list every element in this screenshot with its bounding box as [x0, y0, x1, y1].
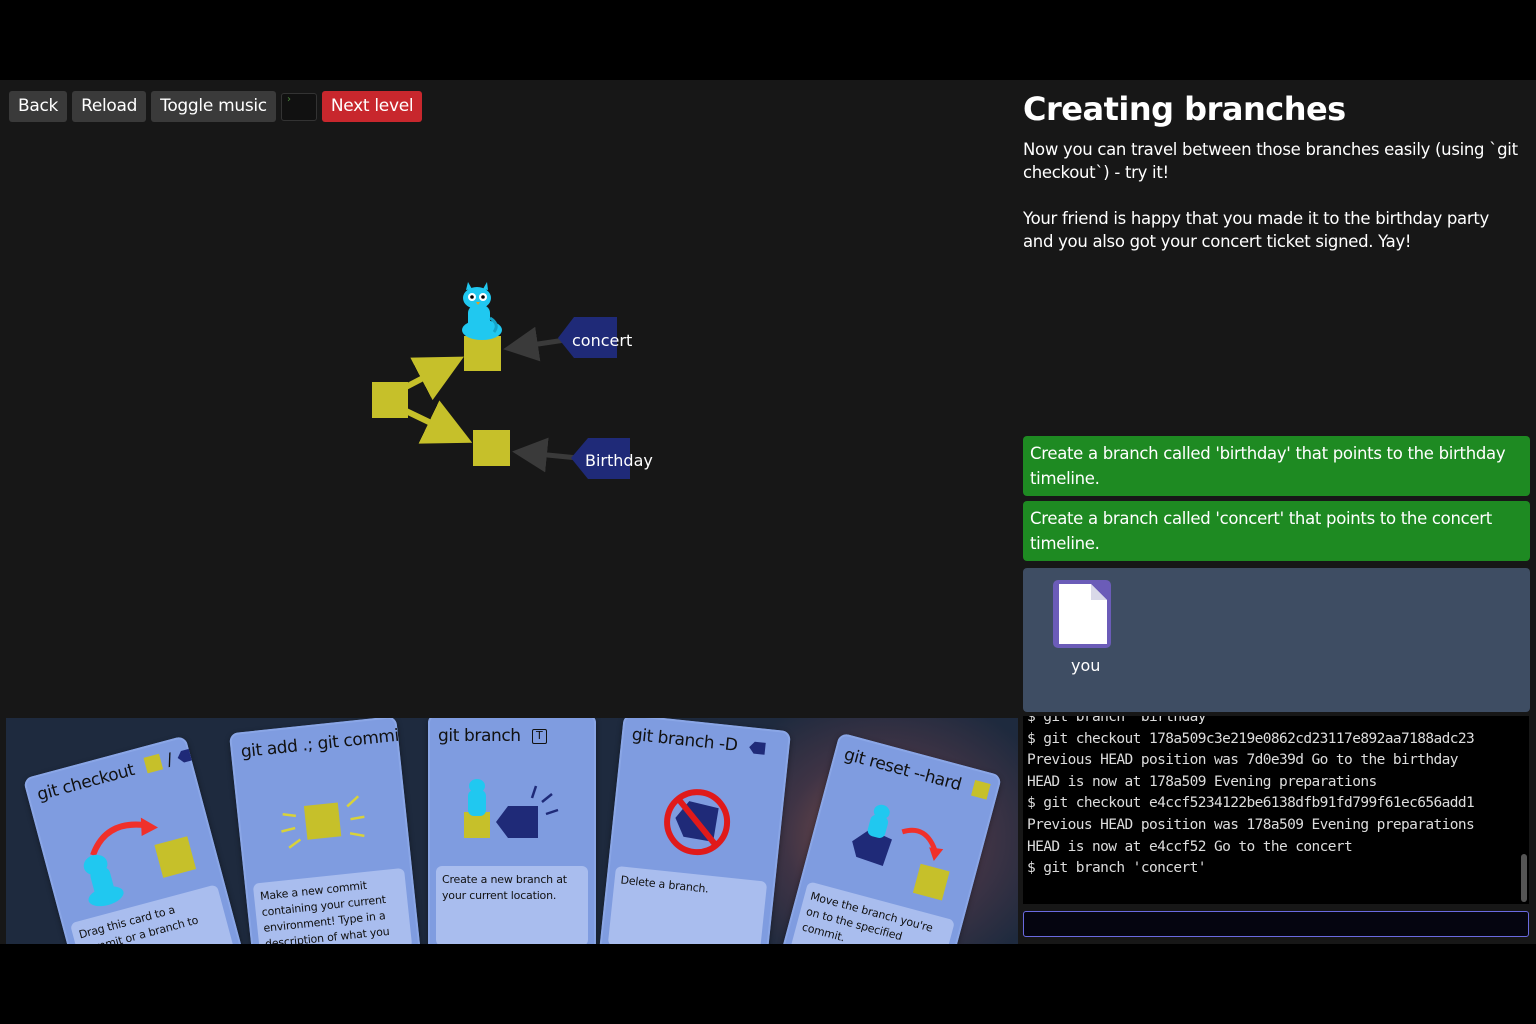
- card-git-branch[interactable]: git branch T Create a new branch at your…: [428, 718, 596, 944]
- inventory-panel: you: [1023, 568, 1530, 712]
- branch-label-birthday[interactable]: Birthday: [571, 438, 653, 479]
- branch-icon: [177, 748, 195, 763]
- card-git-checkout[interactable]: git checkout / Drag this card to a commi…: [22, 735, 248, 944]
- terminal-input[interactable]: [1023, 911, 1529, 937]
- terminal-line: HEAD is now at e4ccf52 Go to the concert: [1027, 838, 1353, 855]
- terminal-line: $ git checkout e4ccf5234122be6138dfb91fd…: [1027, 795, 1475, 812]
- card-title-separator: /: [164, 749, 175, 771]
- commit-icon: [970, 779, 991, 800]
- description-paragraph: Now you can travel between those branche…: [1023, 140, 1518, 182]
- parent-edge: [402, 356, 464, 401]
- goal-completed: Create a branch called 'concert' that po…: [1023, 501, 1530, 561]
- card-description: Delete a branch.: [607, 865, 768, 944]
- head-character-icon[interactable]: [462, 282, 502, 340]
- commit-node[interactable]: [464, 336, 501, 371]
- card-description: Create a new branch at your current loca…: [436, 866, 588, 944]
- terminal-lines: $ git branch 'birthday' $ git checkout 17…: [1027, 716, 1475, 880]
- terminal-scrollbar[interactable]: [1521, 854, 1527, 902]
- branch-ref-edge: [512, 437, 579, 473]
- create-branch-icon: [464, 779, 559, 838]
- svg-text:Birthday: Birthday: [585, 451, 653, 470]
- branch-icon: [749, 741, 766, 755]
- file-icon[interactable]: [1053, 580, 1111, 650]
- commit-node[interactable]: [473, 430, 510, 466]
- card-tray: git checkout / Drag this card to a commi…: [6, 718, 1018, 944]
- commit-node[interactable]: [372, 382, 408, 418]
- level-title: Creating branches: [1023, 90, 1346, 128]
- card-title: git branch T: [438, 726, 547, 746]
- goal-completed: Create a branch called 'birthday' that p…: [1023, 436, 1530, 496]
- terminal-line: HEAD is now at 178a509 Evening preparati…: [1027, 773, 1377, 790]
- new-commit-icon: [281, 795, 365, 849]
- level-description: Now you can travel between those branche…: [1023, 138, 1523, 253]
- keyboard-shortcut-badge: T: [531, 729, 547, 744]
- inventory-item-label: you: [1071, 656, 1101, 675]
- description-paragraph: Your friend is happy that you made it to…: [1023, 209, 1489, 251]
- svg-text:concert: concert: [572, 331, 632, 350]
- terminal-line: $ git branch 'birthday': [1027, 716, 1215, 725]
- terminal-line: $ git checkout 178a509c3e219e0862cd23117…: [1027, 730, 1475, 747]
- card-git-branch-delete[interactable]: git branch -D Delete a branch.: [598, 718, 792, 944]
- game-screen: Back Reload Toggle music › Next level co…: [0, 80, 1536, 944]
- terminal-line: Previous HEAD position was 178a509 Eveni…: [1027, 816, 1475, 833]
- branch-ref-edge: [503, 326, 566, 362]
- terminal-output: $ git branch 'birthday' $ git checkout 17…: [1023, 716, 1529, 904]
- parent-edge: [402, 400, 473, 444]
- delete-branch-icon: [664, 789, 731, 856]
- terminal-line: Previous HEAD position was 7d0e39d Go to…: [1027, 752, 1458, 769]
- card-description: Make a new commit containing your curren…: [252, 867, 413, 944]
- card-git-commit[interactable]: git add .; git commit Make a new commit …: [228, 718, 422, 944]
- commit-icon: [143, 753, 163, 774]
- commit-graph: concert Birthday: [372, 282, 653, 479]
- terminal-line: $ git branch 'concert': [1027, 860, 1206, 877]
- branch-label-concert[interactable]: concert: [558, 317, 632, 358]
- card-title: git branch -D: [631, 725, 767, 759]
